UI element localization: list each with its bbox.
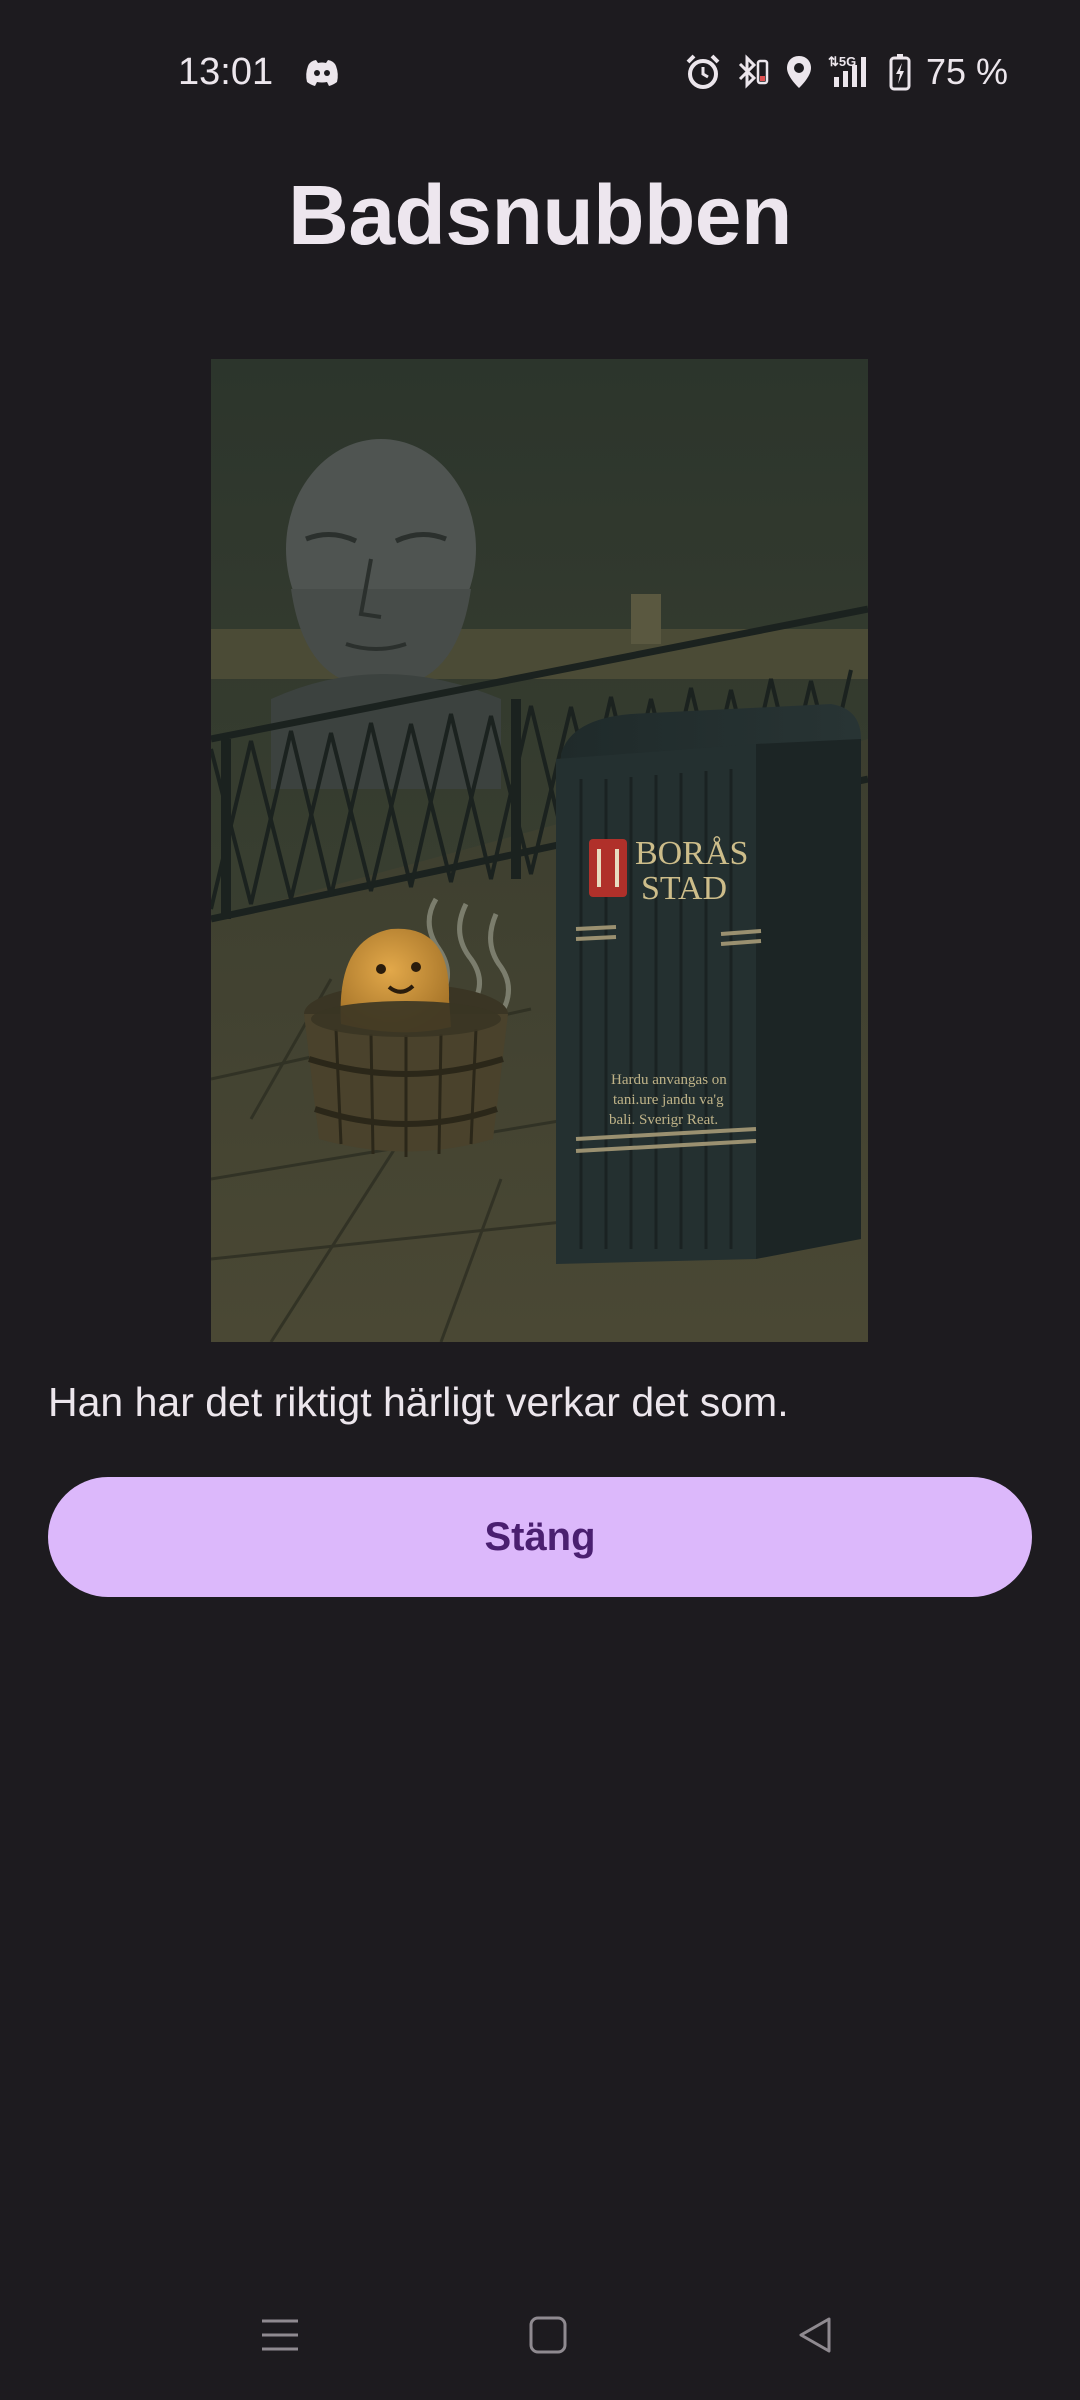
sign-text-line1: BORÅS [635, 835, 748, 872]
close-button-label: Stäng [484, 1514, 596, 1559]
status-time: 13:01 [178, 51, 274, 93]
dialog-title: Badsnubben [288, 168, 792, 262]
dialog-description: Han har det riktigt härligt verkar det s… [48, 1379, 789, 1425]
status-icons: ⇅5G 75 % [684, 48, 1008, 96]
sign-text-line2: STAD [641, 870, 727, 907]
booth-small-text-2: tani.ure jandu va'g [613, 1092, 724, 1108]
status-bar: 13:01 ⇅5G 75 % [0, 0, 1080, 144]
close-button[interactable]: Stäng [48, 1477, 1032, 1597]
illustration-art: BORÅS STAD Hardu anvangas on tani.ure ja… [211, 359, 868, 1342]
location-icon [786, 56, 811, 88]
5g-signal-icon: ⇅5G [828, 54, 866, 87]
home-icon [529, 2316, 567, 2354]
svg-text:⇅5G: ⇅5G [828, 54, 856, 69]
discord-icon [306, 60, 338, 86]
battery-percentage: 75 % [925, 51, 1008, 92]
recent-apps-button[interactable] [240, 2302, 320, 2368]
alarm-icon [686, 54, 720, 89]
booth-small-text-1: Hardu anvangas on [611, 1072, 727, 1088]
back-button[interactable] [775, 2302, 855, 2368]
booth-small-text-3: bali. Sverigr Reat. [609, 1112, 718, 1128]
bluetooth-icon [738, 54, 769, 89]
back-icon [799, 2317, 831, 2353]
battery-charging-icon [889, 54, 911, 91]
home-button[interactable] [508, 2302, 588, 2368]
navigation-bar [0, 2280, 1080, 2390]
bath-dude-illustration: BORÅS STAD Hardu anvangas on tani.ure ja… [211, 359, 868, 1342]
recent-apps-icon [262, 2319, 298, 2351]
